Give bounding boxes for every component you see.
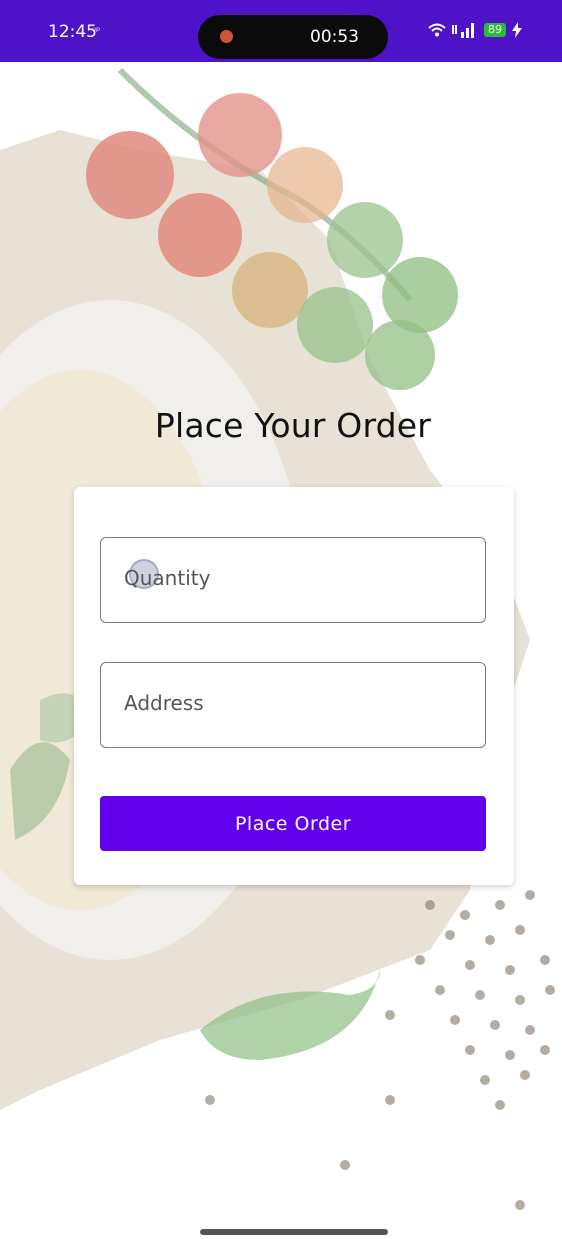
wifi-icon xyxy=(428,23,446,37)
charging-bolt-icon xyxy=(512,22,522,38)
signal-icon xyxy=(452,23,474,38)
recording-timer: 00:53 xyxy=(310,27,359,47)
status-bar: 12:45 ᵘᵖ 00:53 89 xyxy=(0,0,562,62)
status-time: 12:45 xyxy=(48,22,97,42)
battery-icon: 89 xyxy=(484,23,506,37)
address-placeholder: Address xyxy=(124,691,204,715)
place-order-button[interactable]: Place Order xyxy=(100,796,486,851)
recording-pill[interactable]: 00:53 xyxy=(198,15,388,59)
data-indicator: ᵘᵖ xyxy=(92,26,101,37)
record-dot-icon xyxy=(220,30,233,43)
status-icons: 89 xyxy=(428,22,522,38)
quantity-placeholder: Quantity xyxy=(124,566,211,590)
address-input[interactable]: Address xyxy=(100,662,486,748)
page-title: Place Your Order xyxy=(154,406,432,445)
order-form-card: Quantity Address Place Order xyxy=(74,487,514,885)
home-indicator[interactable] xyxy=(200,1229,388,1235)
quantity-input[interactable]: Quantity xyxy=(100,537,486,623)
